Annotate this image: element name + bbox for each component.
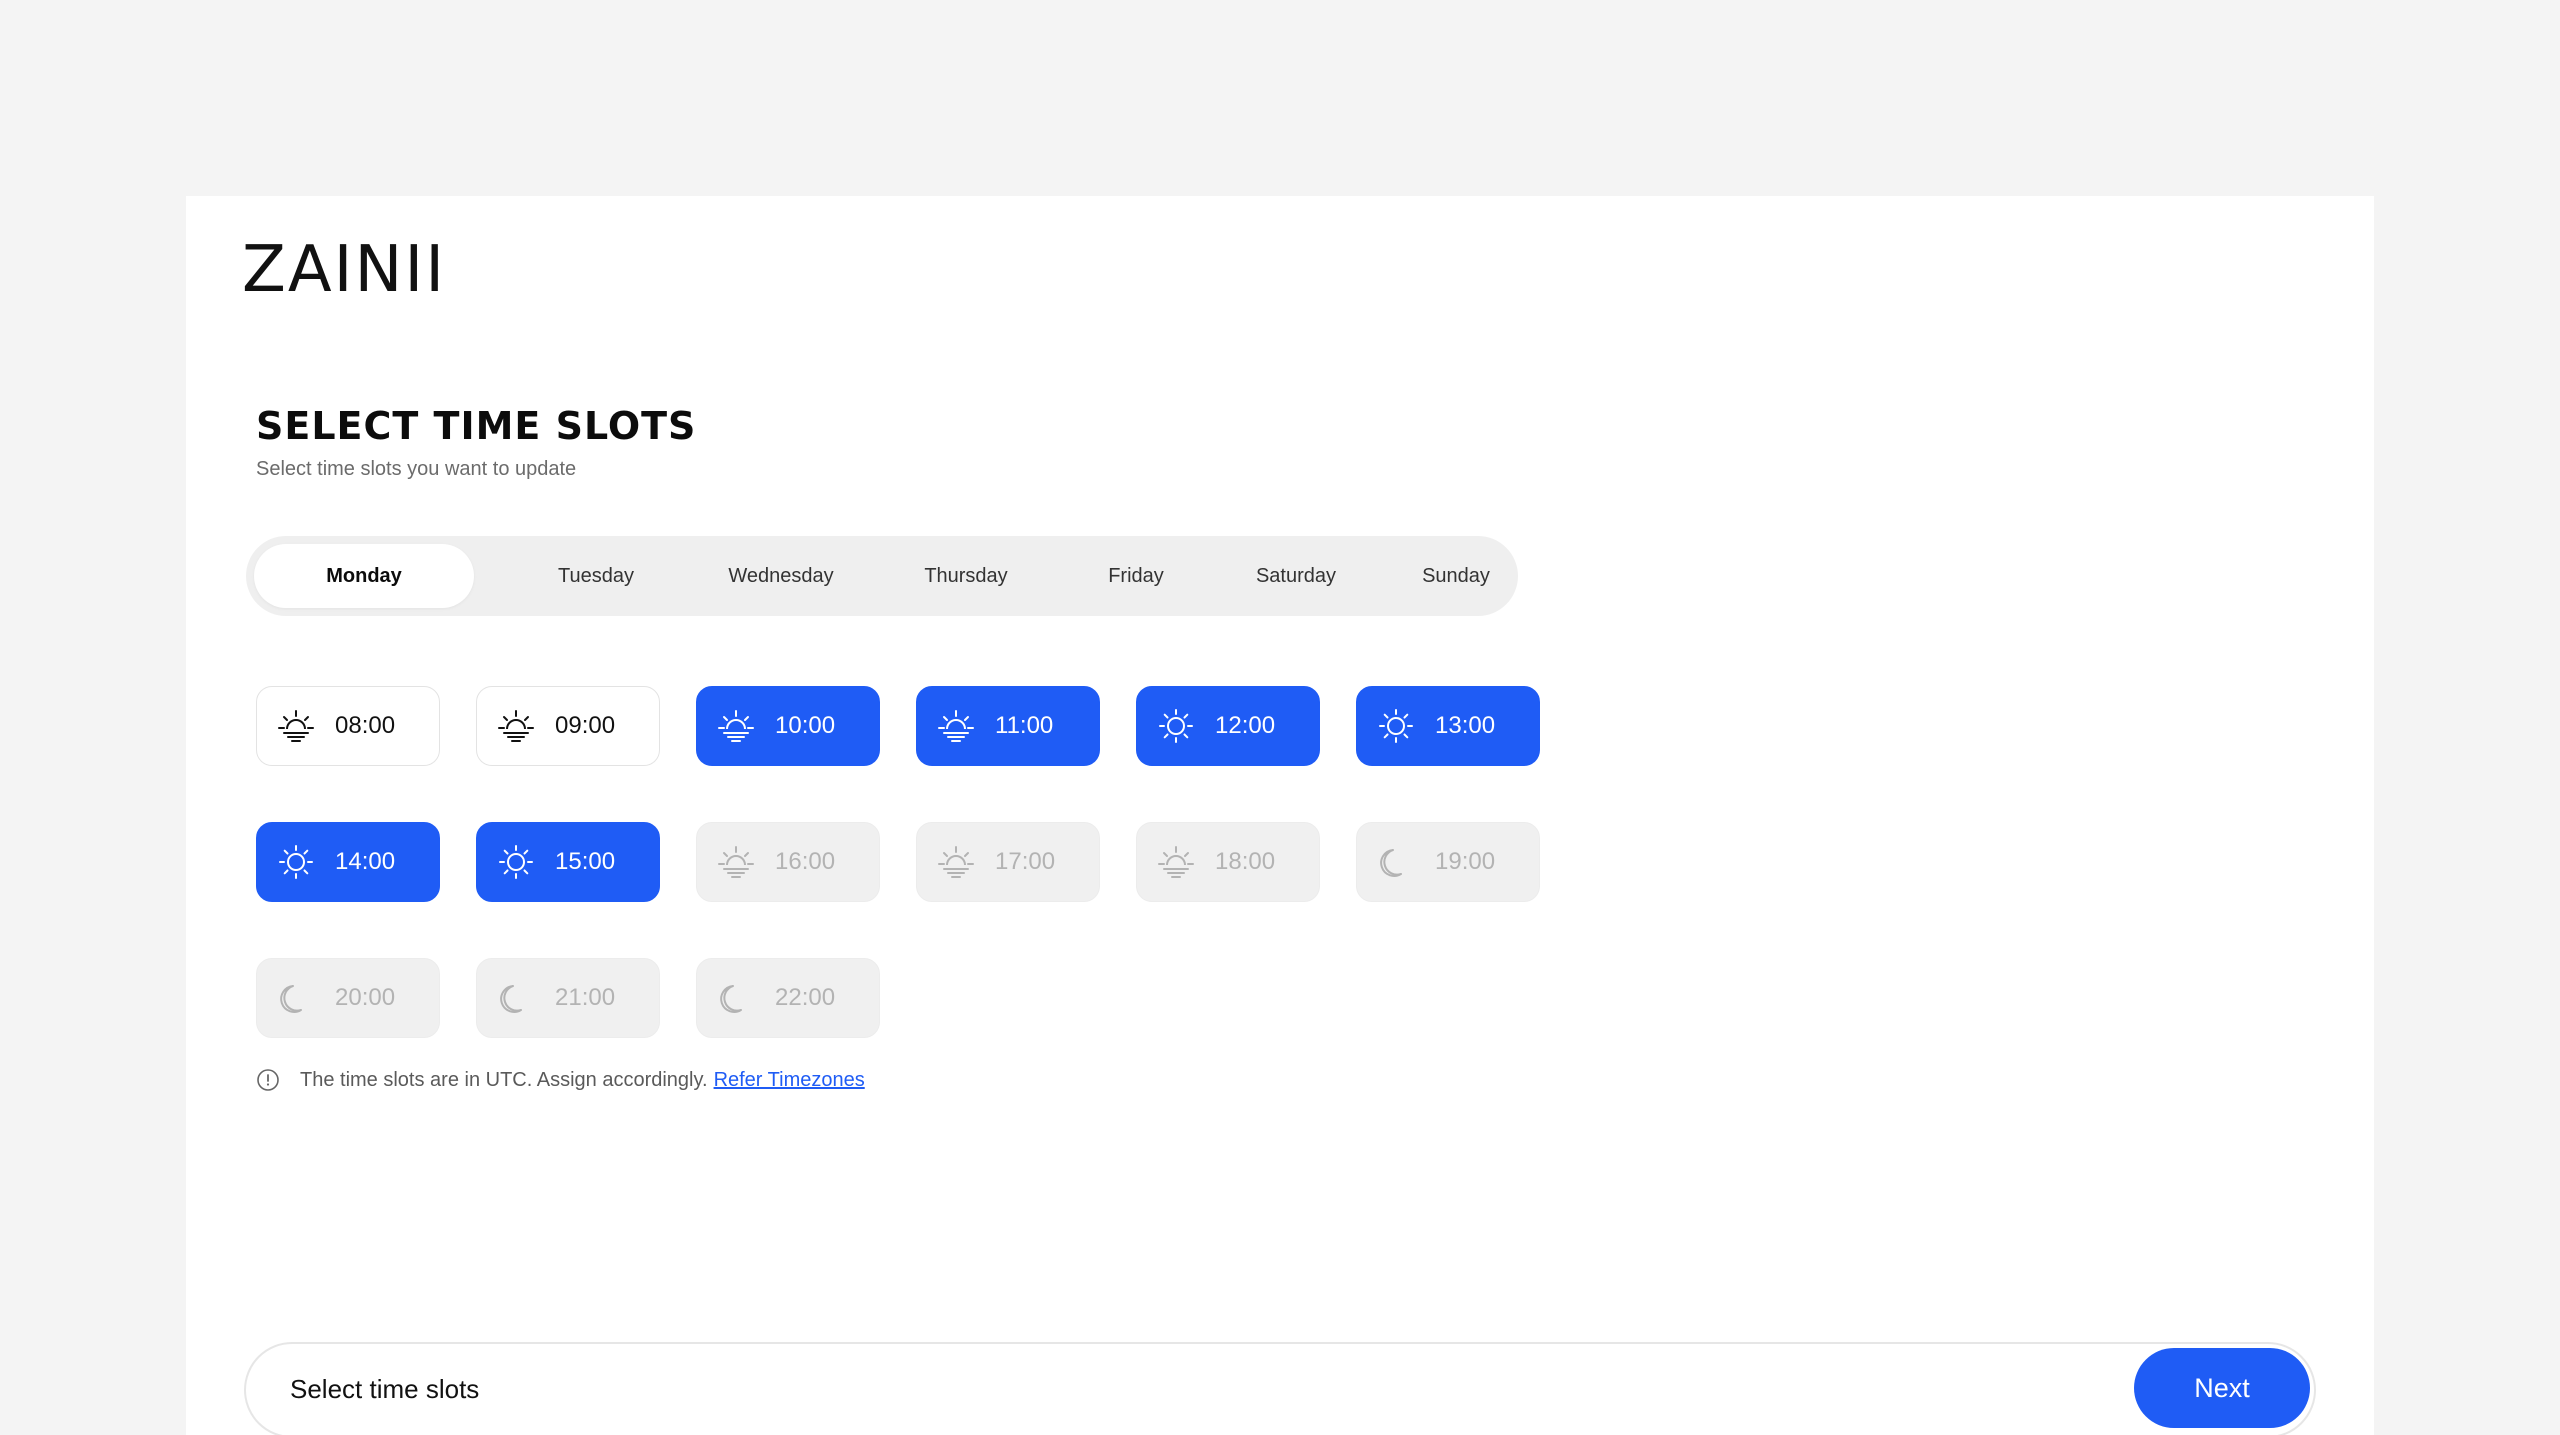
time-slot-1900: 19:00: [1356, 822, 1540, 902]
time-slot-1600: 16:00: [696, 822, 880, 902]
tab-thursday[interactable]: Thursday: [876, 544, 1056, 608]
tab-saturday[interactable]: Saturday: [1206, 544, 1386, 608]
brand-logo: ZAINII: [242, 233, 447, 307]
time-slot-label: 17:00: [995, 848, 1056, 875]
time-slot-label: 21:00: [555, 984, 616, 1011]
time-slot-1700: 17:00: [916, 822, 1100, 902]
utc-note-text: The time slots are in UTC. Assign accord…: [300, 1068, 708, 1091]
time-slot-label: 10:00: [775, 712, 836, 739]
time-slot-1800: 18:00: [1136, 822, 1320, 902]
time-slot-1100[interactable]: 11:00: [916, 686, 1100, 766]
page-title: SELECT TIME SLOTS: [256, 404, 697, 448]
sun-icon: [1155, 705, 1197, 747]
sun-icon: [275, 841, 317, 883]
tab-monday[interactable]: Monday: [254, 544, 474, 608]
time-slot-1200[interactable]: 12:00: [1136, 686, 1320, 766]
time-slot-1500[interactable]: 15:00: [476, 822, 660, 902]
main-card: ZAINII SELECT TIME SLOTS Select time slo…: [186, 196, 2374, 1435]
sun-icon: [495, 841, 537, 883]
sunrise-icon: [715, 705, 757, 747]
time-slot-0800[interactable]: 08:00: [256, 686, 440, 766]
sun-icon: [1375, 705, 1417, 747]
tab-tuesday[interactable]: Tuesday: [506, 544, 686, 608]
time-slot-label: 13:00: [1435, 712, 1496, 739]
footer-bar: Select time slots Next: [244, 1342, 2316, 1435]
time-slot-1400[interactable]: 14:00: [256, 822, 440, 902]
time-slot-2000: 20:00: [256, 958, 440, 1038]
sunrise-icon: [935, 705, 977, 747]
tab-wednesday[interactable]: Wednesday: [686, 544, 876, 608]
time-slot-label: 20:00: [335, 984, 396, 1011]
page-subtitle: Select time slots you want to update: [256, 458, 577, 480]
footer-label: Select time slots: [290, 1374, 480, 1404]
time-slot-label: 14:00: [335, 848, 396, 875]
time-slot-label: 08:00: [335, 712, 396, 739]
sunrise-icon: [715, 841, 757, 883]
time-slot-label: 15:00: [555, 848, 616, 875]
next-button[interactable]: Next: [2134, 1348, 2310, 1428]
utc-note: The time slots are in UTC. Assign accord…: [256, 1068, 865, 1092]
sunrise-icon: [495, 705, 537, 747]
moon-icon: [1375, 841, 1417, 883]
sunrise-icon: [275, 705, 317, 747]
sunrise-icon: [1155, 841, 1197, 883]
time-slot-label: 11:00: [995, 712, 1054, 739]
moon-icon: [715, 977, 757, 1019]
time-slot-0900[interactable]: 09:00: [476, 686, 660, 766]
time-slot-label: 09:00: [555, 712, 616, 739]
time-slot-1000[interactable]: 10:00: [696, 686, 880, 766]
time-slot-2200: 22:00: [696, 958, 880, 1038]
time-slot-label: 18:00: [1215, 848, 1276, 875]
tab-sunday[interactable]: Sunday: [1366, 544, 1546, 608]
time-slot-label: 12:00: [1215, 712, 1276, 739]
tab-friday[interactable]: Friday: [1056, 544, 1216, 608]
moon-icon: [275, 977, 317, 1019]
time-slot-label: 22:00: [775, 984, 836, 1011]
day-tabs: Monday Tuesday Wednesday Thursday Friday Satu…: [246, 536, 1518, 616]
refer-timezones-link[interactable]: Refer Timezones: [714, 1069, 865, 1092]
info-icon: [256, 1068, 280, 1092]
time-slot-label: 19:00: [1435, 848, 1496, 875]
time-slot-label: 16:00: [775, 848, 836, 875]
sunrise-icon: [935, 841, 977, 883]
time-slot-2100: 21:00: [476, 958, 660, 1038]
time-slot-1300[interactable]: 13:00: [1356, 686, 1540, 766]
moon-icon: [495, 977, 537, 1019]
